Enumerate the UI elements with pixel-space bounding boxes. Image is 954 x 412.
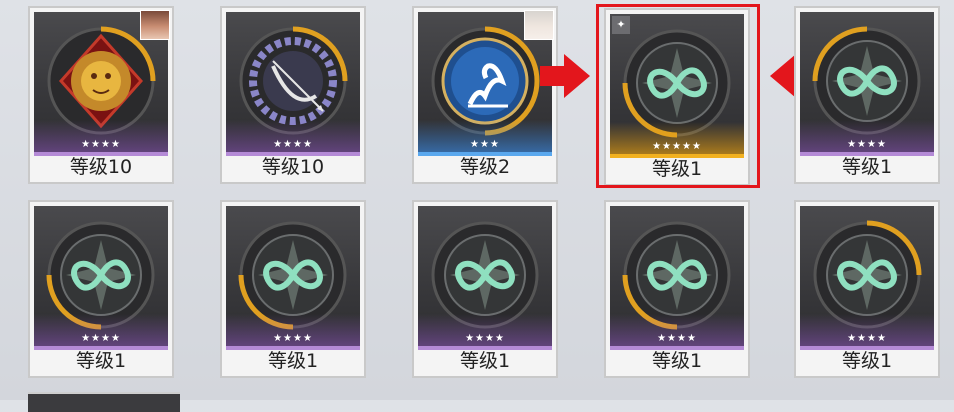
- character-avatar: [140, 10, 170, 40]
- card-lion[interactable]: ★★★★ 等级10: [28, 6, 174, 184]
- card-art: ★★★★: [226, 206, 360, 350]
- level-label: 等级1: [841, 156, 893, 178]
- card-art: ★★★★: [800, 206, 934, 350]
- card-infinity[interactable]: ★★★★ 等级1: [604, 200, 750, 378]
- card-art: ★★★★: [800, 12, 934, 156]
- level-label: 等级1: [841, 350, 893, 372]
- star-rating: ★★★: [470, 139, 500, 150]
- star-rating: ★★★★: [273, 139, 313, 150]
- card-partial[interactable]: [28, 392, 180, 412]
- card-infinity[interactable]: ★★★★ 等级1: [220, 200, 366, 378]
- star-rating: ★★★★: [657, 333, 697, 344]
- card-art: ★★★★: [418, 206, 552, 350]
- star-rating: ★★★★: [465, 333, 505, 344]
- level-label: 等级1: [267, 350, 319, 372]
- card-art: ★★★★: [610, 206, 744, 350]
- card-infinity[interactable]: ★★★★ 等级1: [794, 6, 940, 184]
- character-avatar: [524, 10, 554, 40]
- star-rating: ★★★★: [81, 333, 121, 344]
- card-infinity[interactable]: ★★★★ 等级1: [794, 200, 940, 378]
- level-label: 等级1: [459, 350, 511, 372]
- card-infinity[interactable]: ★★★★ 等级1: [28, 200, 174, 378]
- star-rating: ★★★★: [847, 139, 887, 150]
- level-label: 等级10: [69, 156, 133, 178]
- selection-highlight: [596, 4, 760, 188]
- level-label: 等级2: [459, 156, 511, 178]
- card-art: ★★★★: [34, 206, 168, 350]
- card-infinity[interactable]: ★★★★ 等级1: [412, 200, 558, 378]
- card-swan[interactable]: ★★★ 等级2: [412, 6, 558, 184]
- level-label: 等级1: [651, 350, 703, 372]
- arrow-right-icon: [540, 54, 590, 98]
- level-label: 等级10: [261, 156, 325, 178]
- star-rating: ★★★★: [847, 333, 887, 344]
- card-art: ★★★★: [226, 12, 360, 156]
- card-bow[interactable]: ★★★★ 等级10: [220, 6, 366, 184]
- star-rating: ★★★★: [81, 139, 121, 150]
- level-label: 等级1: [75, 350, 127, 372]
- star-rating: ★★★★: [273, 333, 313, 344]
